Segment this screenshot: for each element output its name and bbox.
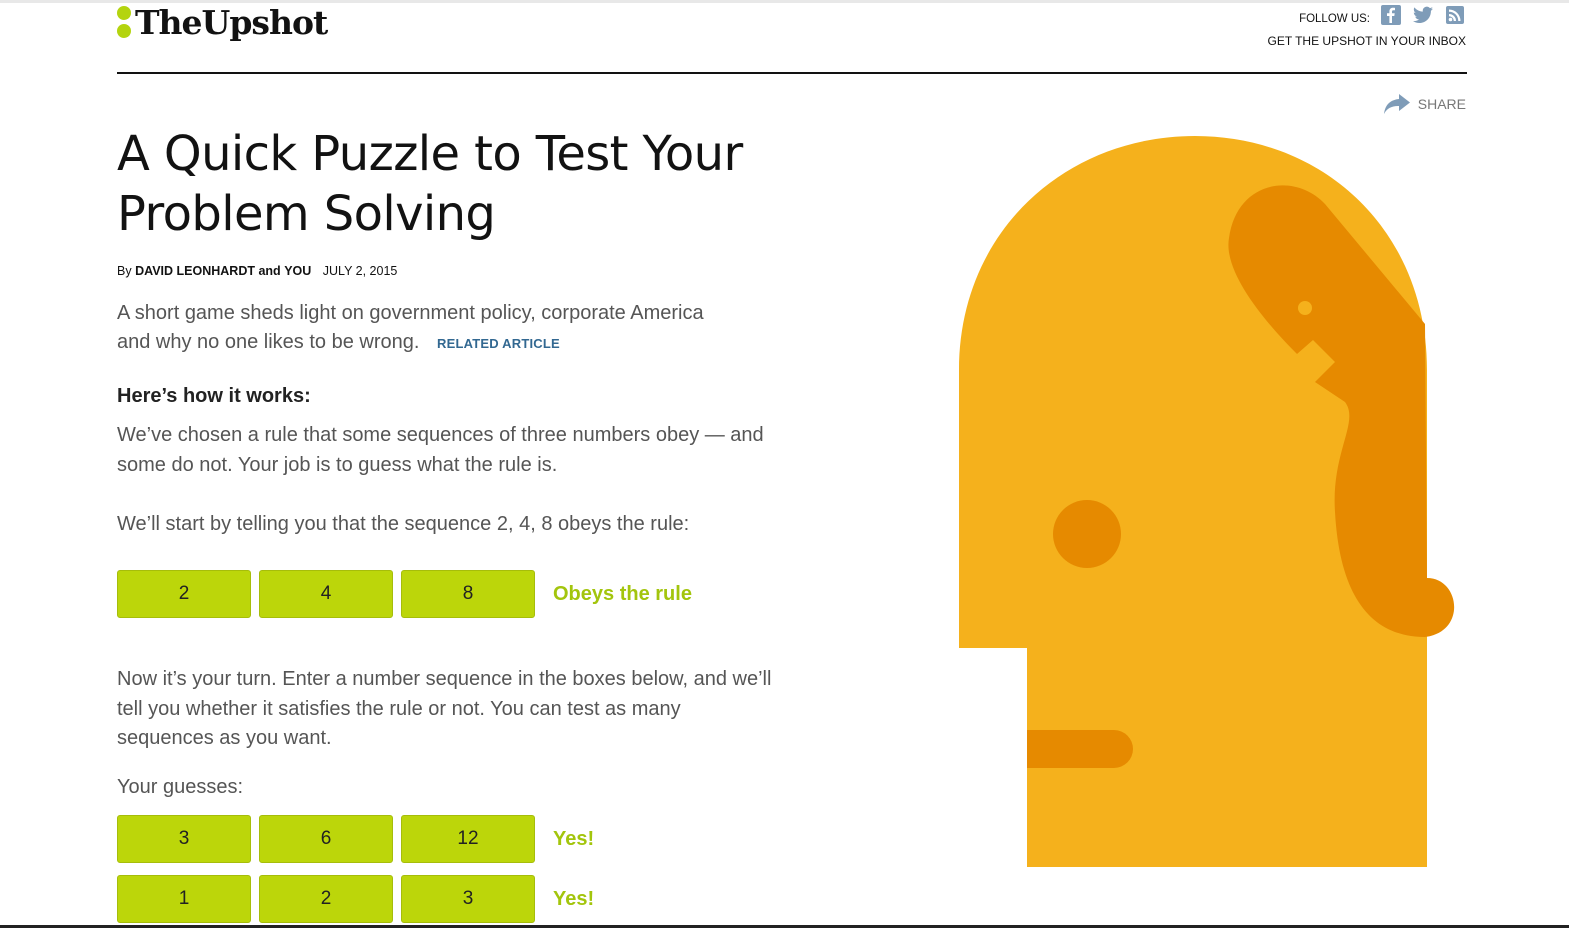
mouth-shape-edge <box>1027 730 1047 768</box>
rss-icon[interactable] <box>1444 4 1466 26</box>
share-arrow-icon <box>1383 94 1410 114</box>
guess-result-label: Yes! <box>553 827 595 850</box>
how-it-works-heading: Here’s how it works: <box>117 385 311 407</box>
share-button[interactable]: SHARE <box>1383 94 1466 114</box>
facebook-icon[interactable] <box>1380 4 1402 26</box>
newsletter-signup-link[interactable]: GET THE UPSHOT IN YOUR INBOX <box>1268 34 1467 48</box>
byline-and: and <box>258 264 281 278</box>
guess-number-box: 1 <box>117 875 251 923</box>
logo-text: TheUpshot <box>135 2 328 42</box>
header-divider <box>117 72 1467 74</box>
byline-author-1[interactable]: DAVID LEONHARDT <box>135 264 255 278</box>
guess-number-box: 3 <box>117 815 251 863</box>
example-result-label: Obeys the rule <box>553 582 692 605</box>
example-number-box: 2 <box>117 570 251 618</box>
byline-by: By <box>117 264 132 278</box>
article-summary: A short game sheds light on government p… <box>117 299 717 358</box>
example-intro-paragraph: We’ll start by telling you that the sequ… <box>117 513 690 535</box>
guess-number-box: 2 <box>259 875 393 923</box>
guess-number-box: 12 <box>401 815 535 863</box>
brain-figure-eye <box>1298 301 1312 315</box>
publish-date: JULY 2, 2015 <box>322 264 398 278</box>
upshot-logo[interactable]: TheUpshot <box>117 0 328 44</box>
guess-number-box: 6 <box>259 815 393 863</box>
twitter-icon[interactable] <box>1412 4 1434 26</box>
rule-intro-paragraph: We’ve chosen a rule that some sequences … <box>117 424 764 476</box>
header-follow: FOLLOW US: GET THE UPSHOT IN YOUR INBOX <box>1268 4 1467 48</box>
share-label: SHARE <box>1417 96 1466 112</box>
byline-author-2: YOU <box>284 264 312 278</box>
article-headline: A Quick Puzzle to Test Your Problem Solv… <box>117 126 743 242</box>
follow-label: FOLLOW US: <box>1299 13 1370 25</box>
head-illustration <box>959 136 1455 867</box>
example-number-box: 4 <box>259 570 393 618</box>
byline: By DAVID LEONHARDT and YOU JULY 2, 2015 <box>117 264 397 278</box>
summary-text: A short game sheds light on government p… <box>117 302 704 353</box>
logo-dots-icon <box>117 6 131 38</box>
guess-result-label: Yes! <box>553 887 595 910</box>
guess-row: 3 6 12 Yes! <box>117 815 594 863</box>
your-turn-paragraph: Now it’s your turn. Enter a number seque… <box>117 668 772 749</box>
guess-number-box: 3 <box>401 875 535 923</box>
related-article-link[interactable]: RELATED ARTICLE <box>437 336 560 351</box>
guess-row: 1 2 3 Yes! <box>117 875 594 923</box>
example-sequence-row: 2 4 8 Obeys the rule <box>117 570 692 618</box>
guesses-label: Your guesses: <box>117 776 244 798</box>
example-number-box: 8 <box>401 570 535 618</box>
ear-shape <box>1053 500 1121 568</box>
